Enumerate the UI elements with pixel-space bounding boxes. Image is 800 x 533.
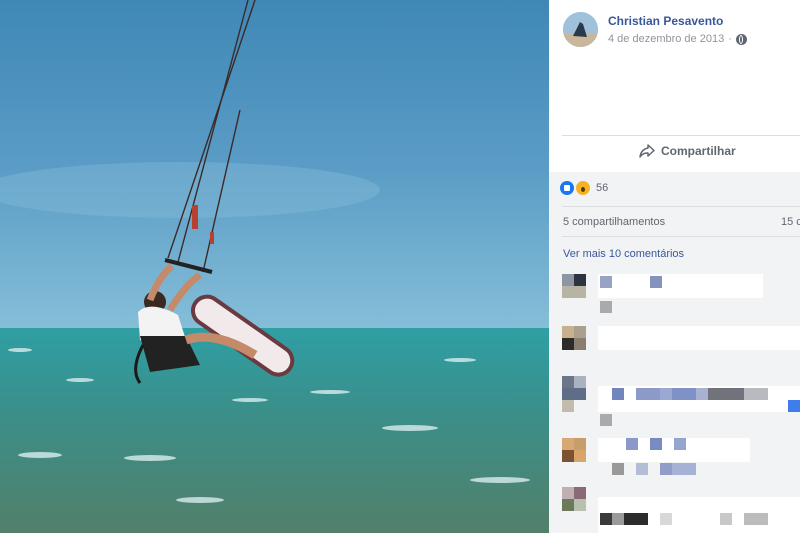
comment-action-pixel [600,414,612,426]
comment-pixel [624,513,648,525]
comment-pixel [600,276,612,288]
reaction-summary[interactable]: 56 [560,181,608,195]
commenter-avatar[interactable] [562,326,574,338]
avatar-pixel [562,400,574,412]
avatar-pixel [562,499,574,511]
comment-action-pixel [600,301,612,313]
comment-pixel [660,388,672,400]
comment-pixel [650,438,662,450]
post-photo[interactable] [0,0,549,533]
author-name[interactable]: Christian Pesavento [608,14,723,28]
comment-bubble [598,274,763,298]
post-date[interactable]: 4 de dezembro de 2013 [608,33,724,45]
avatar-pixel [562,338,574,350]
avatar-pixel [574,376,586,388]
comment-pixel [720,513,732,525]
avatar-pixel [562,286,586,298]
globe-icon[interactable] [735,33,747,45]
comment-pixel [660,513,672,525]
avatar-pixel [574,499,586,511]
avatar-pixel [562,388,586,400]
post-meta: 4 de dezembro de 2013 · [608,33,747,45]
comment-pixel [600,513,612,525]
commenter-avatar[interactable] [562,438,574,450]
comment-pixel [612,388,624,400]
like-reaction-icon [560,181,574,195]
comment-pixel [612,513,624,525]
avatar-pixel [574,450,586,462]
comment-action-pixel [672,463,696,475]
divider [562,236,800,237]
commenter-avatar[interactable] [562,274,574,286]
comment-pixel [744,513,768,525]
kitesurf-photo-illustration [0,0,549,533]
comment-pixel [674,438,686,450]
comment-action-pixel [612,463,624,475]
meta-separator: · [728,33,732,45]
avatar-pixel [574,487,586,499]
reaction-count: 56 [596,182,609,194]
comment-action-pixel [636,463,648,475]
commenter-avatar[interactable] [562,376,574,388]
comment-pixel [626,438,638,450]
share-button-label: Compartilhar [661,144,736,158]
comment-pixel [696,388,708,400]
comment-pixel [708,388,744,400]
comment-pixel [672,388,696,400]
comments-count[interactable]: 15 c [781,216,800,228]
comment-pixel [636,388,660,400]
avatar-image [563,12,598,47]
divider [562,206,800,207]
comment-action-pixel [660,463,672,475]
share-button[interactable]: Compartilhar [639,144,736,158]
avatar-pixel [574,274,586,286]
comment-bubble [598,326,800,350]
avatar-pixel [574,438,586,450]
divider [562,135,800,136]
post-sidebar: Christian Pesavento 4 de dezembro de 201… [549,0,800,533]
view-more-comments-link[interactable]: Ver mais 10 comentários [563,248,684,260]
comment-pixel [744,388,768,400]
author-avatar[interactable] [563,12,598,47]
shares-count[interactable]: 5 compartilhamentos [563,216,665,228]
comment-pixel [788,400,800,412]
commenter-avatar[interactable] [562,487,574,499]
share-arrow-icon [639,144,655,158]
wow-reaction-icon [576,181,590,195]
avatar-pixel [562,450,574,462]
avatar-pixel [574,326,586,338]
comment-pixel [650,276,662,288]
avatar-pixel [574,338,586,350]
